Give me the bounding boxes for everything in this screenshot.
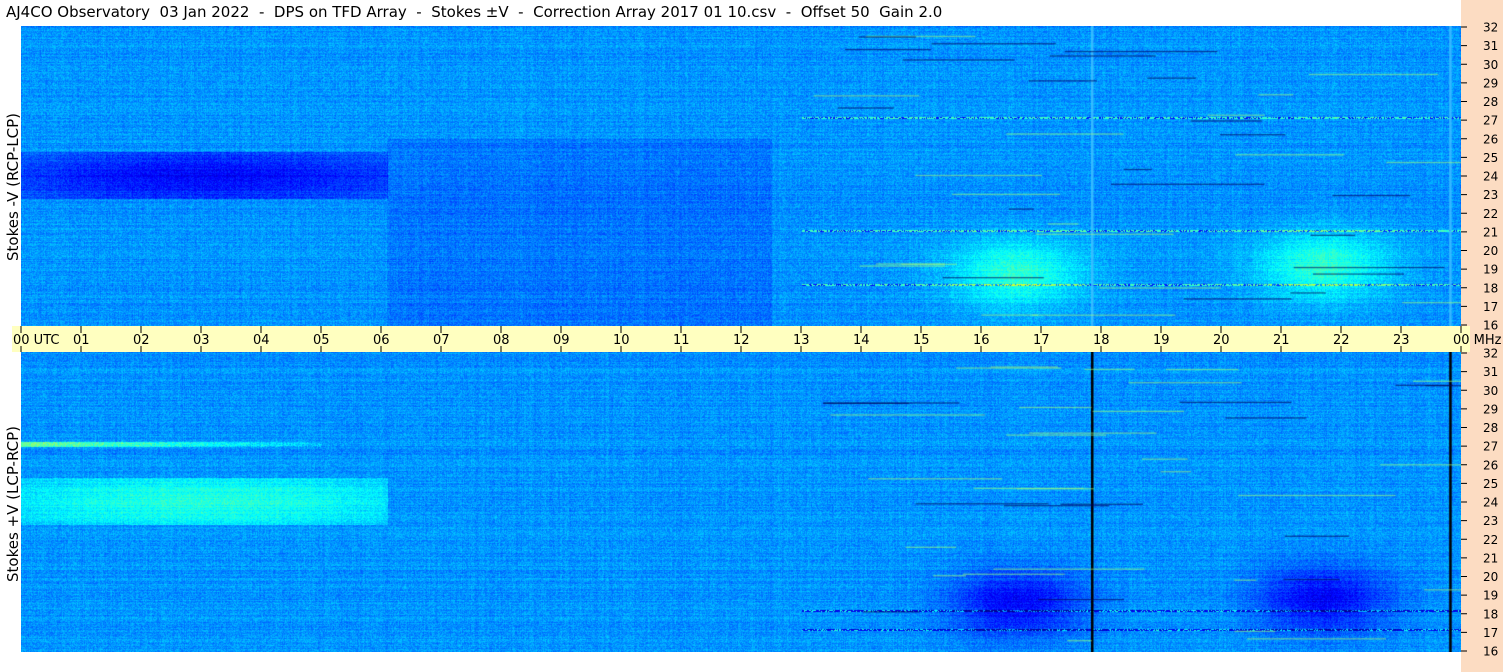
freq-tick-label: 21: [1483, 551, 1498, 565]
freq-tick-label: 25: [1483, 477, 1498, 491]
time-tick-label: 08: [493, 333, 510, 348]
spectrogram-top-panel: [21, 26, 1461, 326]
spectrogram-bottom-panel: [21, 352, 1461, 652]
freq-tick-label: 23: [1483, 188, 1498, 202]
time-tick-label: 03: [193, 333, 210, 348]
freq-tick-label: 19: [1483, 263, 1498, 277]
freq-tick-label: 28: [1483, 421, 1498, 435]
freq-tick-label: 22: [1483, 207, 1498, 221]
freq-tick-label: 24: [1483, 170, 1498, 184]
time-tick-label: 11: [673, 333, 690, 348]
freq-tick-label: 18: [1483, 607, 1498, 621]
time-tick-label: 17: [1033, 333, 1050, 348]
freq-tick-label: 17: [1483, 626, 1498, 640]
freq-tick-label: 17: [1483, 300, 1498, 314]
freq-tick-label: 16: [1483, 645, 1498, 659]
freq-tick-label: 27: [1483, 440, 1498, 454]
freq-tick-label: 20: [1483, 244, 1498, 258]
time-tick-label: 00 UTC: [13, 333, 59, 348]
time-tick-label: 09: [553, 333, 570, 348]
freq-tick-label: 26: [1483, 458, 1498, 472]
freq-tick-label: 26: [1483, 132, 1498, 146]
time-tick-label: 20: [1213, 333, 1230, 348]
bottom-panel-ylabel: Stokes +V (LCP-RCP): [4, 426, 22, 582]
freq-tick-label: 31: [1483, 39, 1498, 53]
time-tick-label: 02: [133, 333, 150, 348]
chart-title: AJ4CO Observatory 03 Jan 2022 - DPS on T…: [6, 3, 943, 21]
time-tick-label: 04: [253, 333, 270, 348]
top-panel-ylabel: Stokes -V (RCP-LCP): [4, 113, 22, 261]
freq-tick-label: 24: [1483, 496, 1498, 510]
time-tick-label: 13: [793, 333, 810, 348]
spectrogram-top-canvas: [21, 26, 1461, 326]
freq-tick-label: 23: [1483, 514, 1498, 528]
freq-tick-label: 28: [1483, 95, 1498, 109]
freq-tick-label: 30: [1483, 384, 1498, 398]
time-tick-label: 00 MHz: [1453, 333, 1502, 348]
spectrogram-bottom-canvas: [21, 352, 1461, 652]
time-tick-label: 22: [1333, 333, 1350, 348]
spectrogram-page: AJ4CO Observatory 03 Jan 2022 - DPS on T…: [0, 0, 1503, 672]
freq-tick-label: 22: [1483, 533, 1498, 547]
time-tick-label: 15: [913, 333, 930, 348]
time-tick-label: 06: [373, 333, 390, 348]
time-tick-label: 10: [613, 333, 630, 348]
time-tick-label: 12: [733, 333, 750, 348]
freq-tick-label: 25: [1483, 151, 1498, 165]
time-tick-label: 01: [73, 333, 90, 348]
freq-tick-label: 29: [1483, 402, 1498, 416]
time-tick-label: 07: [433, 333, 450, 348]
freq-tick-label: 27: [1483, 114, 1498, 128]
freq-tick-label: 30: [1483, 58, 1498, 72]
freq-tick-label: 29: [1483, 76, 1498, 90]
time-tick-label: 23: [1393, 333, 1410, 348]
time-tick-label: 21: [1273, 333, 1290, 348]
time-tick-label: 16: [973, 333, 990, 348]
time-axis: 00 UTC 01 02 03 04 05 06 07 08 09 10 11 12 13 14 15 16 17…: [13, 326, 1502, 352]
freq-tick-label: 20: [1483, 570, 1498, 584]
time-tick-label: 14: [853, 333, 870, 348]
time-tick-label: 05: [313, 333, 330, 348]
freq-tick-label: 32: [1483, 21, 1498, 35]
freq-tick-label: 18: [1483, 281, 1498, 295]
freq-tick-label: 21: [1483, 225, 1498, 239]
time-tick-label: 18: [1093, 333, 1110, 348]
time-tick-label: 19: [1153, 333, 1170, 348]
freq-tick-label: 19: [1483, 589, 1498, 603]
freq-tick-label: 31: [1483, 365, 1498, 379]
